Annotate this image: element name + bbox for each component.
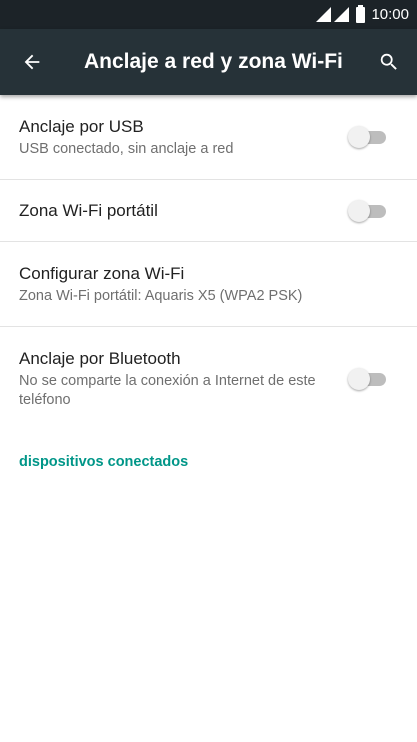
arrow-left-icon	[24, 54, 40, 70]
item-subtitle: USB conectado, sin anclaje a red	[19, 140, 234, 157]
wifi-signal-icon	[316, 7, 332, 22]
item-subtitle: No se comparte la conexión a Internet de…	[19, 373, 316, 408]
battery-icon	[356, 4, 366, 23]
settings-list: Anclaje por USB USB conectado, sin ancla…	[0, 95, 417, 431]
list-item-configure-hotspot[interactable]: Configurar zona Wi-Fi Zona Wi-Fi portáti…	[0, 242, 417, 327]
cell-signal-icon	[334, 7, 350, 22]
toggle-thumb	[348, 126, 370, 148]
item-title: Configurar zona Wi-Fi	[19, 263, 185, 283]
search-icon	[380, 53, 397, 70]
search-button[interactable]	[361, 29, 417, 95]
item-title: Zona Wi-Fi portátil	[19, 200, 158, 220]
portable-hotspot-toggle[interactable]	[348, 199, 388, 223]
section-header-connected-devices: dispositivos conectados	[19, 454, 189, 470]
item-title: Anclaje por USB	[19, 116, 144, 136]
page-title: Anclaje a red y zona Wi-Fi	[84, 50, 343, 73]
status-time: 10:00	[371, 6, 409, 23]
list-item-usb-tethering[interactable]: Anclaje por USB USB conectado, sin ancla…	[0, 95, 417, 180]
usb-tethering-toggle[interactable]	[348, 125, 388, 149]
back-button[interactable]	[0, 29, 64, 95]
toggle-thumb	[348, 368, 370, 390]
item-subtitle: Zona Wi-Fi portátil: Aquaris X5 (WPA2 PS…	[19, 287, 303, 304]
item-title: Anclaje por Bluetooth	[19, 349, 181, 368]
list-item-bluetooth-tethering[interactable]: Anclaje por Bluetooth No se comparte la …	[0, 327, 417, 431]
status-bar: 10:00	[0, 0, 417, 29]
bluetooth-tethering-toggle[interactable]	[348, 367, 388, 391]
app-bar: Anclaje a red y zona Wi-Fi	[0, 29, 417, 95]
toggle-thumb	[348, 199, 370, 222]
list-item-portable-hotspot[interactable]: Zona Wi-Fi portátil	[0, 180, 417, 242]
